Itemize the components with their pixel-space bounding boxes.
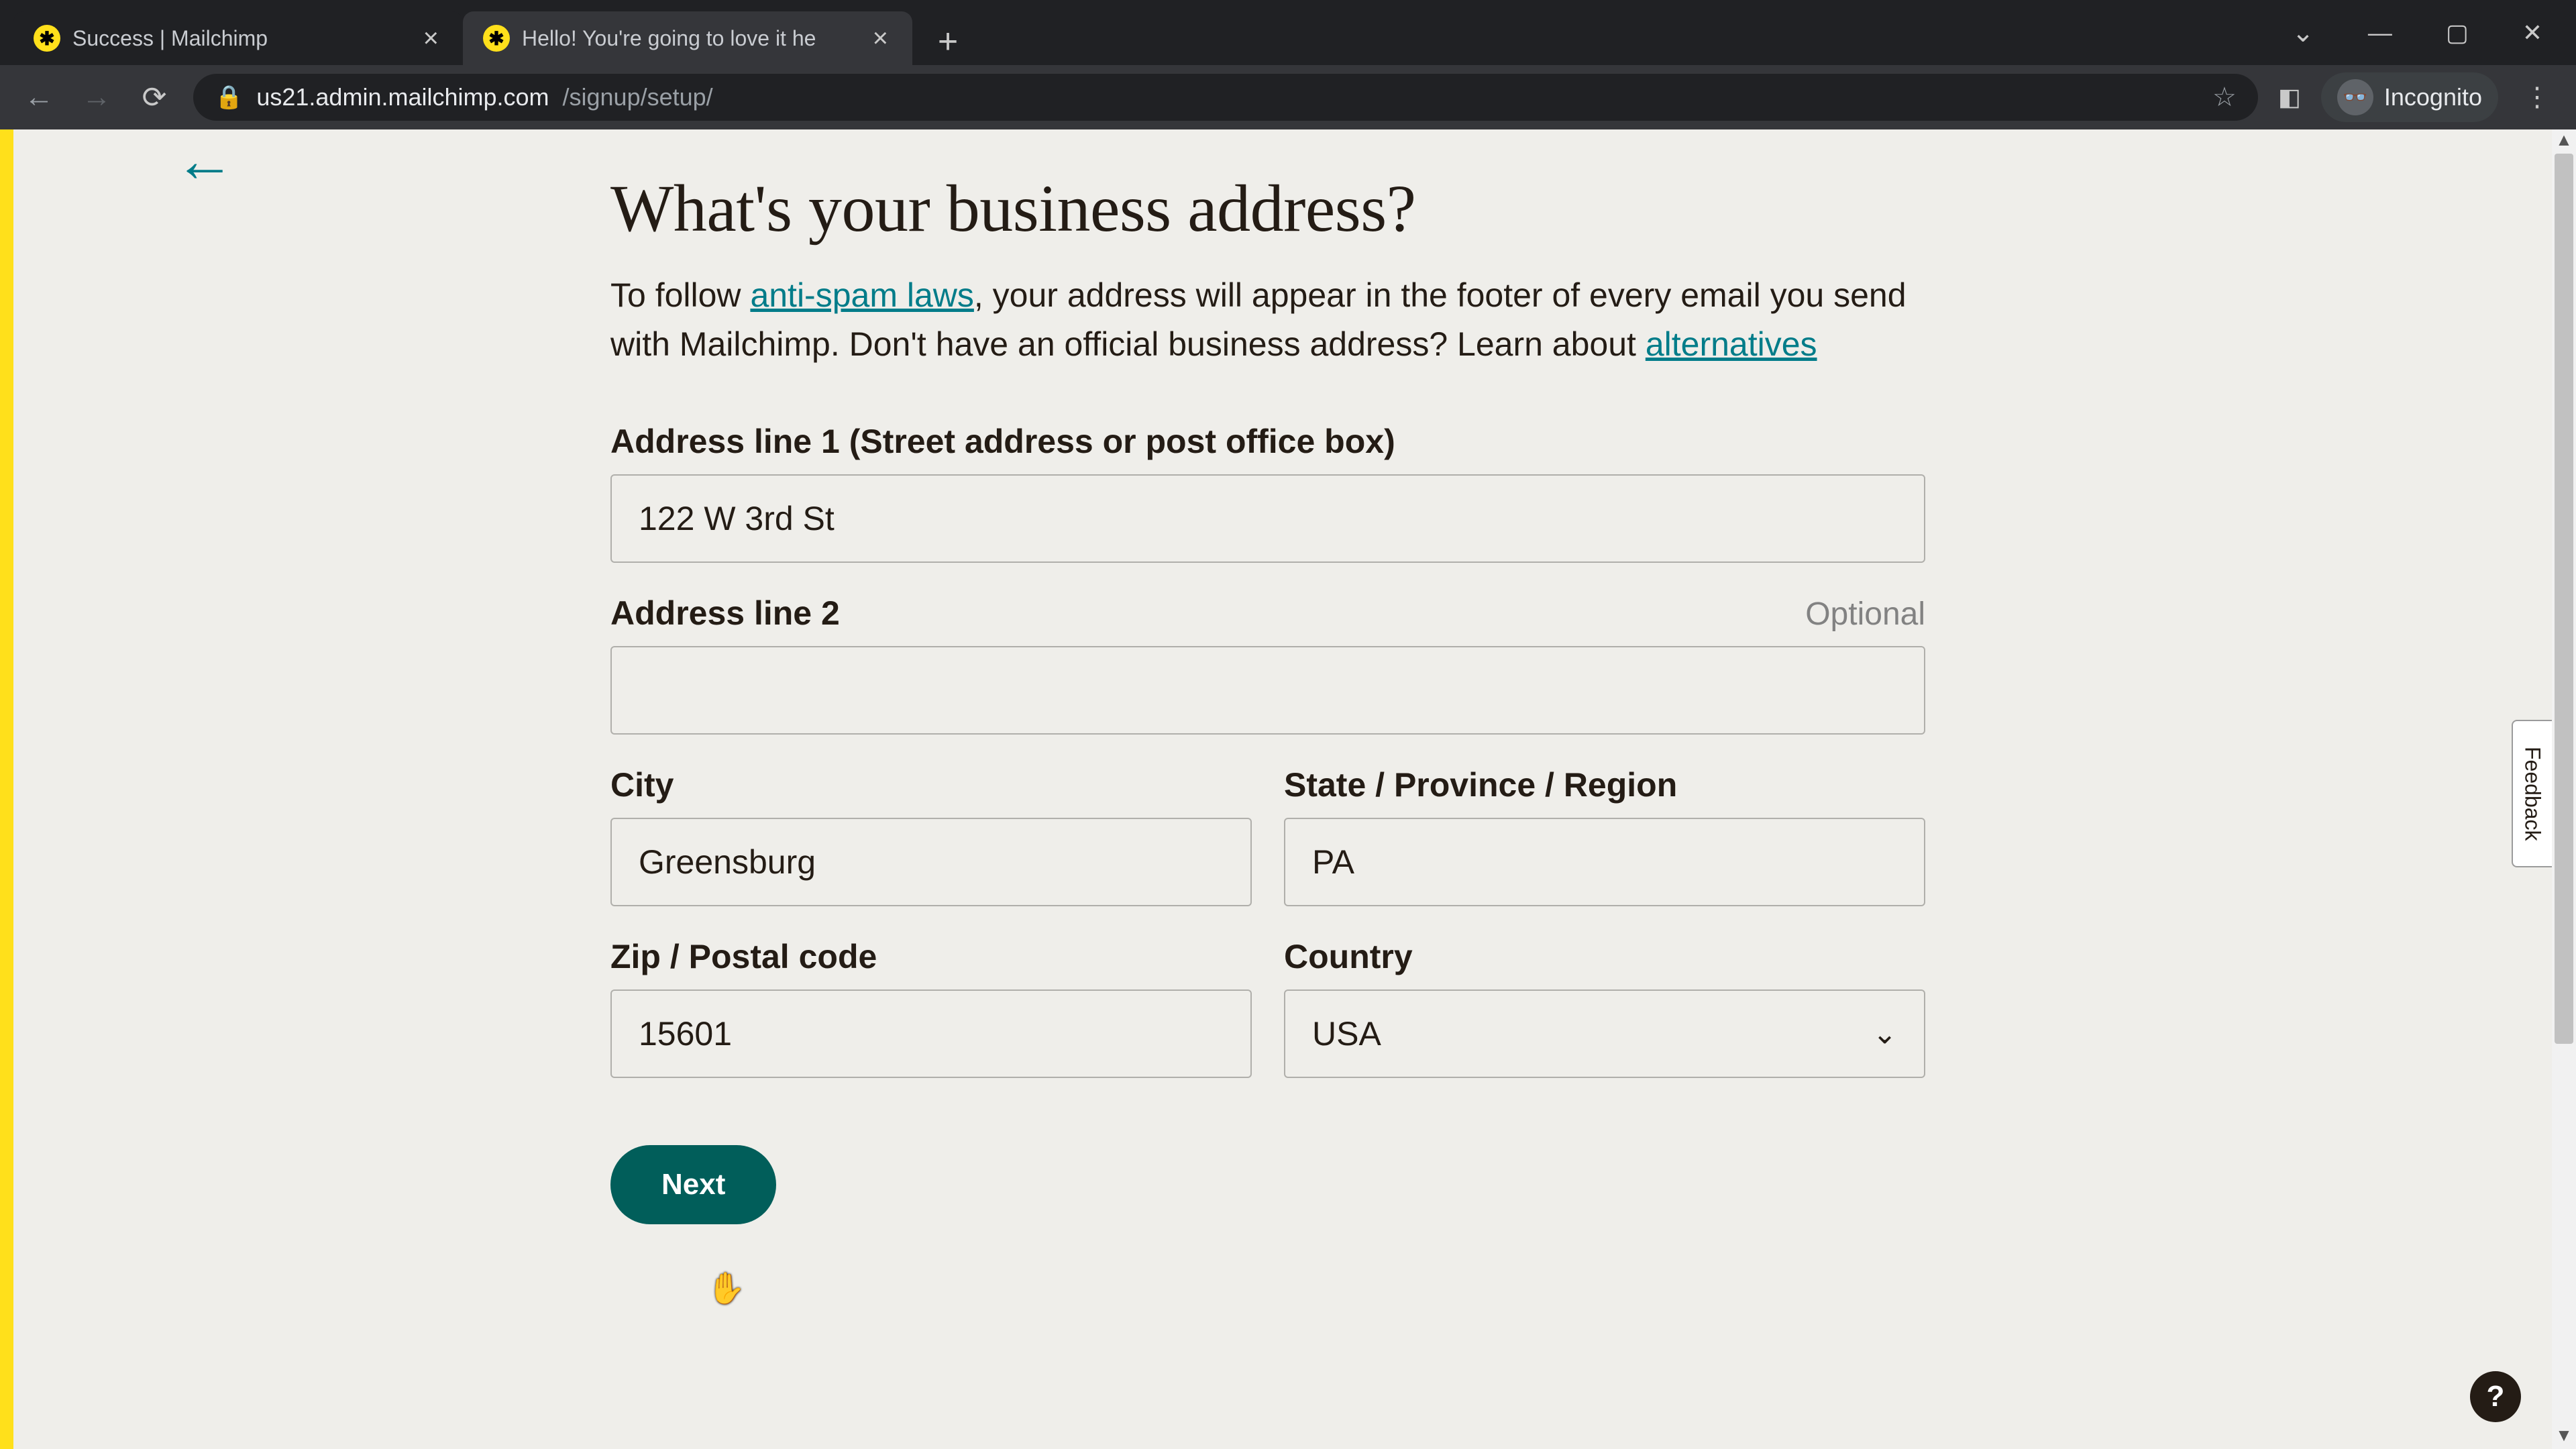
help-button[interactable]: ? — [2470, 1371, 2521, 1422]
address-line1-input[interactable] — [610, 474, 1925, 563]
bookmark-icon[interactable]: ☆ — [2212, 82, 2237, 113]
city-label: City — [610, 765, 674, 804]
incognito-label: Incognito — [2384, 83, 2482, 111]
favicon-icon: ✱ — [34, 25, 60, 52]
tab-list-button[interactable]: ⌄ — [2292, 17, 2314, 48]
lock-icon: 🔒 — [215, 84, 243, 111]
browser-tab[interactable]: ✱ Hello! You're going to love it he × — [463, 11, 912, 65]
incognito-badge[interactable]: 👓 Incognito — [2321, 72, 2498, 122]
url-host: us21.admin.mailchimp.com — [256, 83, 549, 111]
nav-reload-button[interactable]: ⟳ — [136, 78, 173, 116]
browser-toolbar: ← → ⟳ 🔒 us21.admin.mailchimp.com/signup/… — [0, 65, 2576, 129]
accent-bar — [0, 129, 13, 1449]
side-panel-icon[interactable]: ◧ — [2278, 83, 2301, 111]
address-line2-label: Address line 2 — [610, 594, 840, 633]
close-icon[interactable]: × — [869, 25, 892, 52]
close-window-button[interactable]: ✕ — [2522, 19, 2542, 47]
favicon-icon: ✱ — [483, 25, 510, 52]
zip-label: Zip / Postal code — [610, 937, 877, 976]
optional-tag: Optional — [1805, 596, 1925, 633]
anti-spam-laws-link[interactable]: anti-spam laws — [750, 276, 973, 314]
page-intro: To follow anti-spam laws, your address w… — [610, 271, 1925, 368]
page-title: What's your business address? — [610, 170, 1925, 247]
next-button[interactable]: Next — [610, 1145, 776, 1224]
country-label: Country — [1284, 937, 1413, 976]
cursor-icon: ✋ — [707, 1270, 745, 1307]
new-tab-button[interactable]: + — [924, 18, 971, 65]
tab-title: Success | Mailchimp — [72, 26, 407, 51]
minimize-button[interactable]: ― — [2368, 19, 2392, 47]
browser-tab-strip: ✱ Success | Mailchimp × ✱ Hello! You're … — [0, 0, 2576, 65]
url-path: /signup/setup/ — [563, 83, 713, 111]
incognito-icon: 👓 — [2337, 79, 2373, 115]
maximize-button[interactable]: ▢ — [2446, 19, 2469, 47]
address-line2-input[interactable] — [610, 646, 1925, 735]
close-icon[interactable]: × — [419, 25, 443, 52]
scroll-down-icon[interactable]: ▼ — [2552, 1425, 2576, 1449]
vertical-scrollbar[interactable]: ▲ ▼ — [2552, 129, 2576, 1449]
state-input[interactable] — [1284, 818, 1925, 906]
browser-tab[interactable]: ✱ Success | Mailchimp × — [13, 11, 463, 65]
page-back-arrow-icon[interactable]: ← — [174, 129, 235, 196]
scroll-up-icon[interactable]: ▲ — [2552, 129, 2576, 154]
intro-text: To follow — [610, 276, 750, 314]
country-select[interactable] — [1284, 989, 1925, 1078]
nav-forward-button[interactable]: → — [78, 78, 115, 116]
browser-menu-icon[interactable]: ⋮ — [2518, 82, 2556, 113]
alternatives-link[interactable]: alternatives — [1646, 325, 1817, 363]
nav-back-button[interactable]: ← — [20, 78, 58, 116]
tab-title: Hello! You're going to love it he — [522, 26, 857, 51]
feedback-tab[interactable]: Feedback — [2512, 720, 2552, 867]
address-bar[interactable]: 🔒 us21.admin.mailchimp.com/signup/setup/… — [193, 74, 2258, 121]
city-input[interactable] — [610, 818, 1252, 906]
address-line1-label: Address line 1 (Street address or post o… — [610, 422, 1395, 461]
state-label: State / Province / Region — [1284, 765, 1677, 804]
scrollbar-thumb[interactable] — [2555, 154, 2573, 1044]
zip-input[interactable] — [610, 989, 1252, 1078]
